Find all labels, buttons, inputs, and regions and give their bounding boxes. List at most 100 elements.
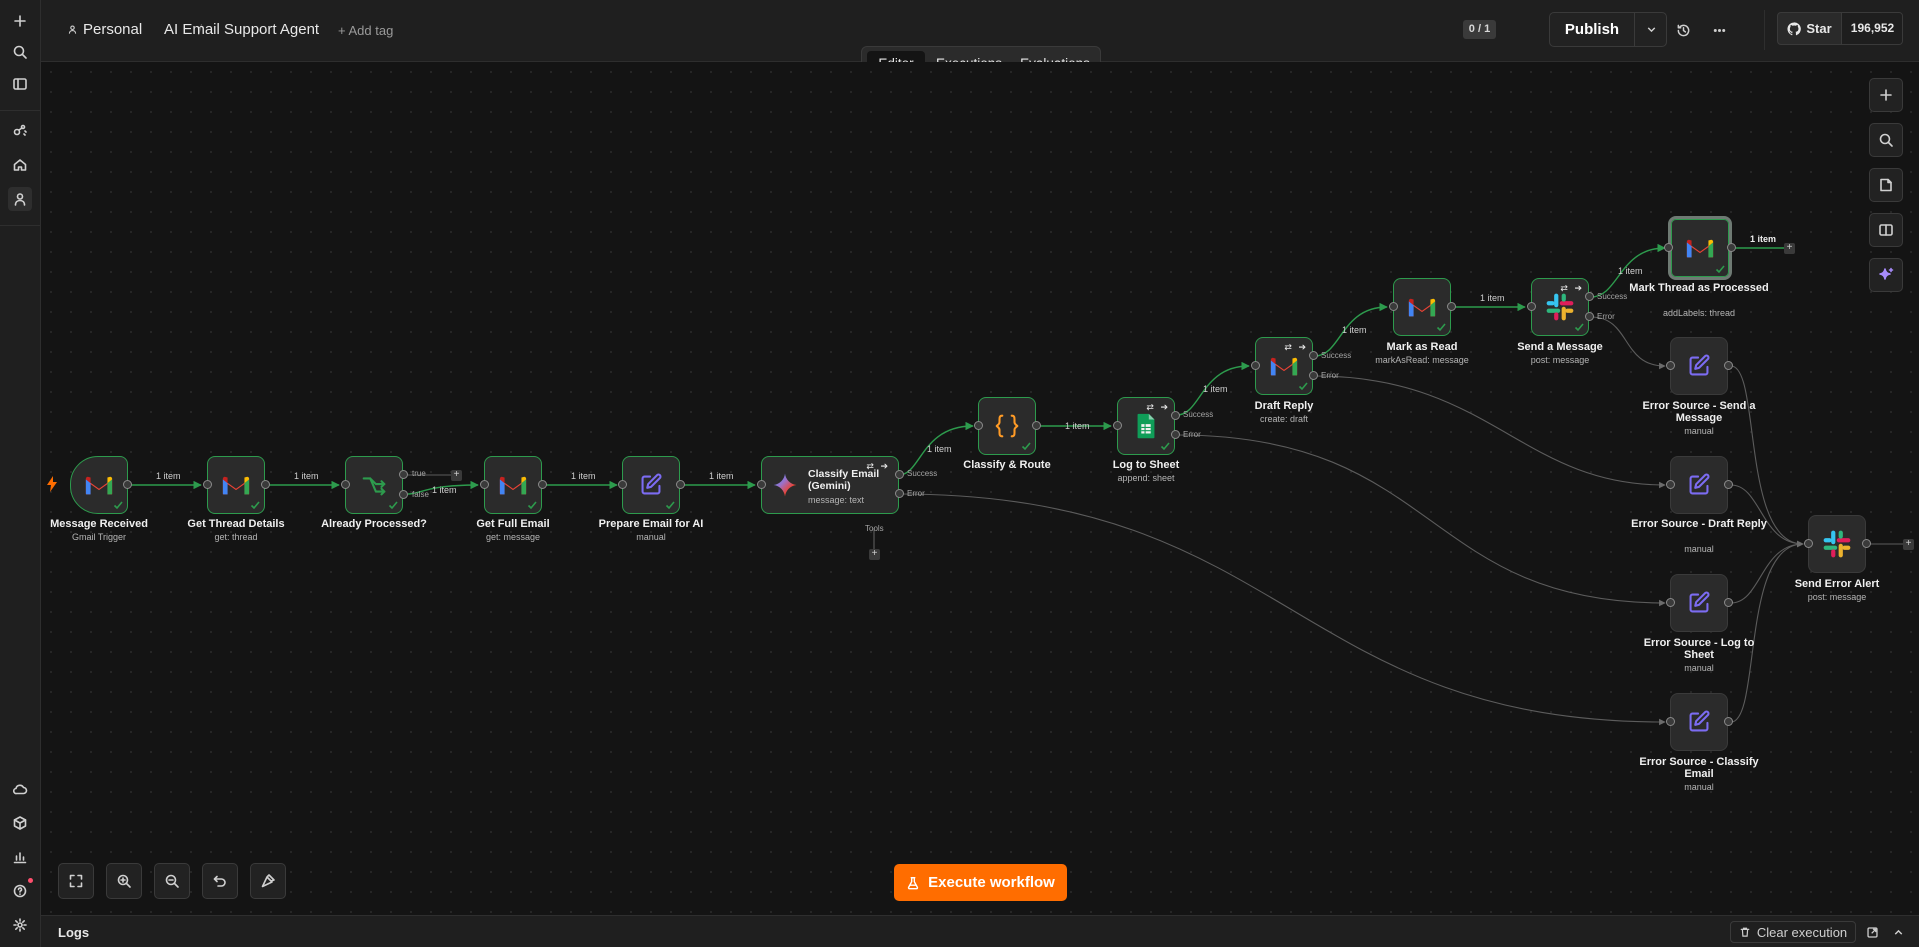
add-icon[interactable] bbox=[8, 9, 32, 33]
node-title: Error Source - Log to Sheet bbox=[1643, 637, 1755, 661]
node-get-full-email[interactable] bbox=[484, 456, 542, 514]
history-icon[interactable] bbox=[1671, 18, 1695, 42]
github-icon bbox=[1787, 21, 1802, 35]
success-output-label: Success bbox=[907, 469, 938, 478]
edit-fields-icon bbox=[1689, 473, 1710, 495]
personal-icon[interactable] bbox=[8, 187, 32, 211]
node-subtitle: addLabels: thread bbox=[1662, 308, 1736, 318]
false-branch-label: false bbox=[412, 490, 429, 499]
edge-item-label: 1 item bbox=[1065, 421, 1090, 431]
add-node-true-button[interactable]: + bbox=[451, 470, 462, 481]
edge-item-label: 1 item bbox=[1203, 384, 1228, 394]
edge-errclassify-alert bbox=[1730, 540, 1804, 723]
edge-item-label: 1 item bbox=[1618, 266, 1643, 276]
zoom-out-button[interactable] bbox=[154, 863, 190, 899]
success-output-label: Success bbox=[1597, 292, 1628, 301]
publish-button-group: Publish bbox=[1549, 12, 1667, 47]
edge-draft-error bbox=[1314, 375, 1666, 489]
github-star-button[interactable]: Star 196,952 bbox=[1777, 12, 1903, 45]
execute-workflow-button[interactable]: Execute workflow bbox=[894, 864, 1067, 901]
if-branch-icon bbox=[362, 477, 386, 496]
search-icon[interactable] bbox=[8, 40, 32, 64]
node-error-source-send[interactable] bbox=[1670, 337, 1728, 395]
node-mark-thread-processed[interactable] bbox=[1668, 216, 1732, 280]
node-subtitle: get: thread bbox=[214, 532, 258, 542]
add-tag-button[interactable]: + Add tag bbox=[338, 23, 393, 38]
workflow-canvas[interactable]: Message Received Gmail Trigger Get Threa… bbox=[41, 62, 1919, 915]
node-message-received[interactable] bbox=[70, 456, 128, 514]
gmail-icon bbox=[1270, 357, 1298, 376]
reset-zoom-button[interactable] bbox=[202, 863, 238, 899]
logs-label: Logs bbox=[58, 925, 90, 940]
node-already-processed[interactable] bbox=[345, 456, 403, 514]
more-options-icon[interactable] bbox=[1707, 18, 1731, 42]
publish-button[interactable]: Publish bbox=[1550, 13, 1634, 46]
workflow-name[interactable]: AI Email Support Agent bbox=[164, 21, 319, 38]
node-error-source-classify[interactable] bbox=[1670, 693, 1728, 751]
panel-toggle-tool[interactable] bbox=[1869, 213, 1903, 247]
node-error-source-draft[interactable] bbox=[1670, 456, 1728, 514]
add-node-tool[interactable] bbox=[1869, 78, 1903, 112]
error-output-label: Error bbox=[907, 489, 925, 498]
project-name: Personal bbox=[83, 21, 143, 38]
node-title: Get Full Email bbox=[476, 518, 550, 530]
node-subtitle: message: text bbox=[808, 495, 865, 505]
node-classify-email[interactable]: Classify Email (Gemini) message: text ⇄ … bbox=[761, 456, 899, 514]
sticky-note-tool[interactable] bbox=[1869, 168, 1903, 202]
node-error-source-log[interactable] bbox=[1670, 574, 1728, 632]
node-subtitle: post: message bbox=[1530, 355, 1590, 365]
zoom-to-fit-button[interactable] bbox=[58, 863, 94, 899]
node-classify-route[interactable] bbox=[978, 397, 1036, 455]
zoom-in-button[interactable] bbox=[106, 863, 142, 899]
node-toolbar-icons: ⇄ ➔ bbox=[1284, 342, 1308, 352]
pop-out-icon[interactable] bbox=[1863, 923, 1881, 941]
node-subtitle: get: message bbox=[485, 532, 541, 542]
edge-errdraft-alert bbox=[1730, 484, 1804, 548]
notification-dot bbox=[28, 878, 33, 883]
gmail-icon bbox=[1408, 298, 1436, 317]
add-tool-button[interactable]: + bbox=[869, 549, 880, 560]
node-title: Draft Reply bbox=[1254, 400, 1314, 412]
node-get-thread-details[interactable] bbox=[207, 456, 265, 514]
chevron-up-icon[interactable] bbox=[1889, 923, 1907, 941]
node-subtitle: create: draft bbox=[1259, 414, 1309, 424]
person-icon bbox=[68, 25, 77, 34]
edge-item-label: 1 item bbox=[571, 471, 596, 481]
cloud-icon[interactable] bbox=[8, 777, 32, 801]
add-node-after-alert-button[interactable]: + bbox=[1903, 539, 1914, 550]
edge-item-label: 1 item bbox=[709, 471, 734, 481]
node-subtitle: Gmail Trigger bbox=[71, 532, 126, 542]
node-draft-reply[interactable]: ⇄ ➔ bbox=[1255, 337, 1313, 395]
node-mark-as-read[interactable] bbox=[1393, 278, 1451, 336]
ai-nodes-icon[interactable] bbox=[8, 118, 32, 142]
logs-panel-bar[interactable]: Logs Clear execution bbox=[41, 915, 1919, 947]
settings-icon[interactable] bbox=[8, 913, 32, 937]
node-prepare-email[interactable] bbox=[622, 456, 680, 514]
node-subtitle: append: sheet bbox=[1117, 473, 1175, 483]
google-sheets-icon bbox=[1137, 413, 1155, 439]
tidy-up-button[interactable] bbox=[250, 863, 286, 899]
node-send-a-message[interactable]: ⇄ ➔ bbox=[1531, 278, 1589, 336]
edge-item-label: 1 item bbox=[294, 471, 319, 481]
add-node-after-button[interactable]: + bbox=[1784, 243, 1795, 254]
slack-icon bbox=[1823, 530, 1851, 558]
node-subtitle: markAsRead: message bbox=[1375, 355, 1469, 365]
node-send-error-alert[interactable] bbox=[1808, 515, 1866, 573]
edge-log-error bbox=[1176, 434, 1666, 607]
ai-assistant-tool[interactable] bbox=[1869, 258, 1903, 292]
gmail-icon bbox=[499, 476, 527, 495]
github-star-label: Star bbox=[1806, 21, 1832, 36]
project-breadcrumb[interactable]: Personal bbox=[67, 21, 142, 38]
home-icon[interactable] bbox=[8, 153, 32, 177]
node-subtitle: manual bbox=[636, 532, 666, 542]
gmail-icon bbox=[1686, 239, 1714, 258]
clear-execution-button[interactable]: Clear execution bbox=[1730, 921, 1856, 943]
search-nodes-tool[interactable] bbox=[1869, 123, 1903, 157]
left-sidebar bbox=[0, 0, 41, 947]
insights-icon[interactable] bbox=[8, 845, 32, 869]
node-log-to-sheet[interactable]: ⇄ ➔ bbox=[1117, 397, 1175, 455]
sidebar-toggle-icon[interactable] bbox=[8, 72, 32, 96]
templates-icon[interactable] bbox=[8, 811, 32, 835]
publish-dropdown[interactable] bbox=[1634, 13, 1667, 46]
trash-icon bbox=[1740, 927, 1750, 937]
